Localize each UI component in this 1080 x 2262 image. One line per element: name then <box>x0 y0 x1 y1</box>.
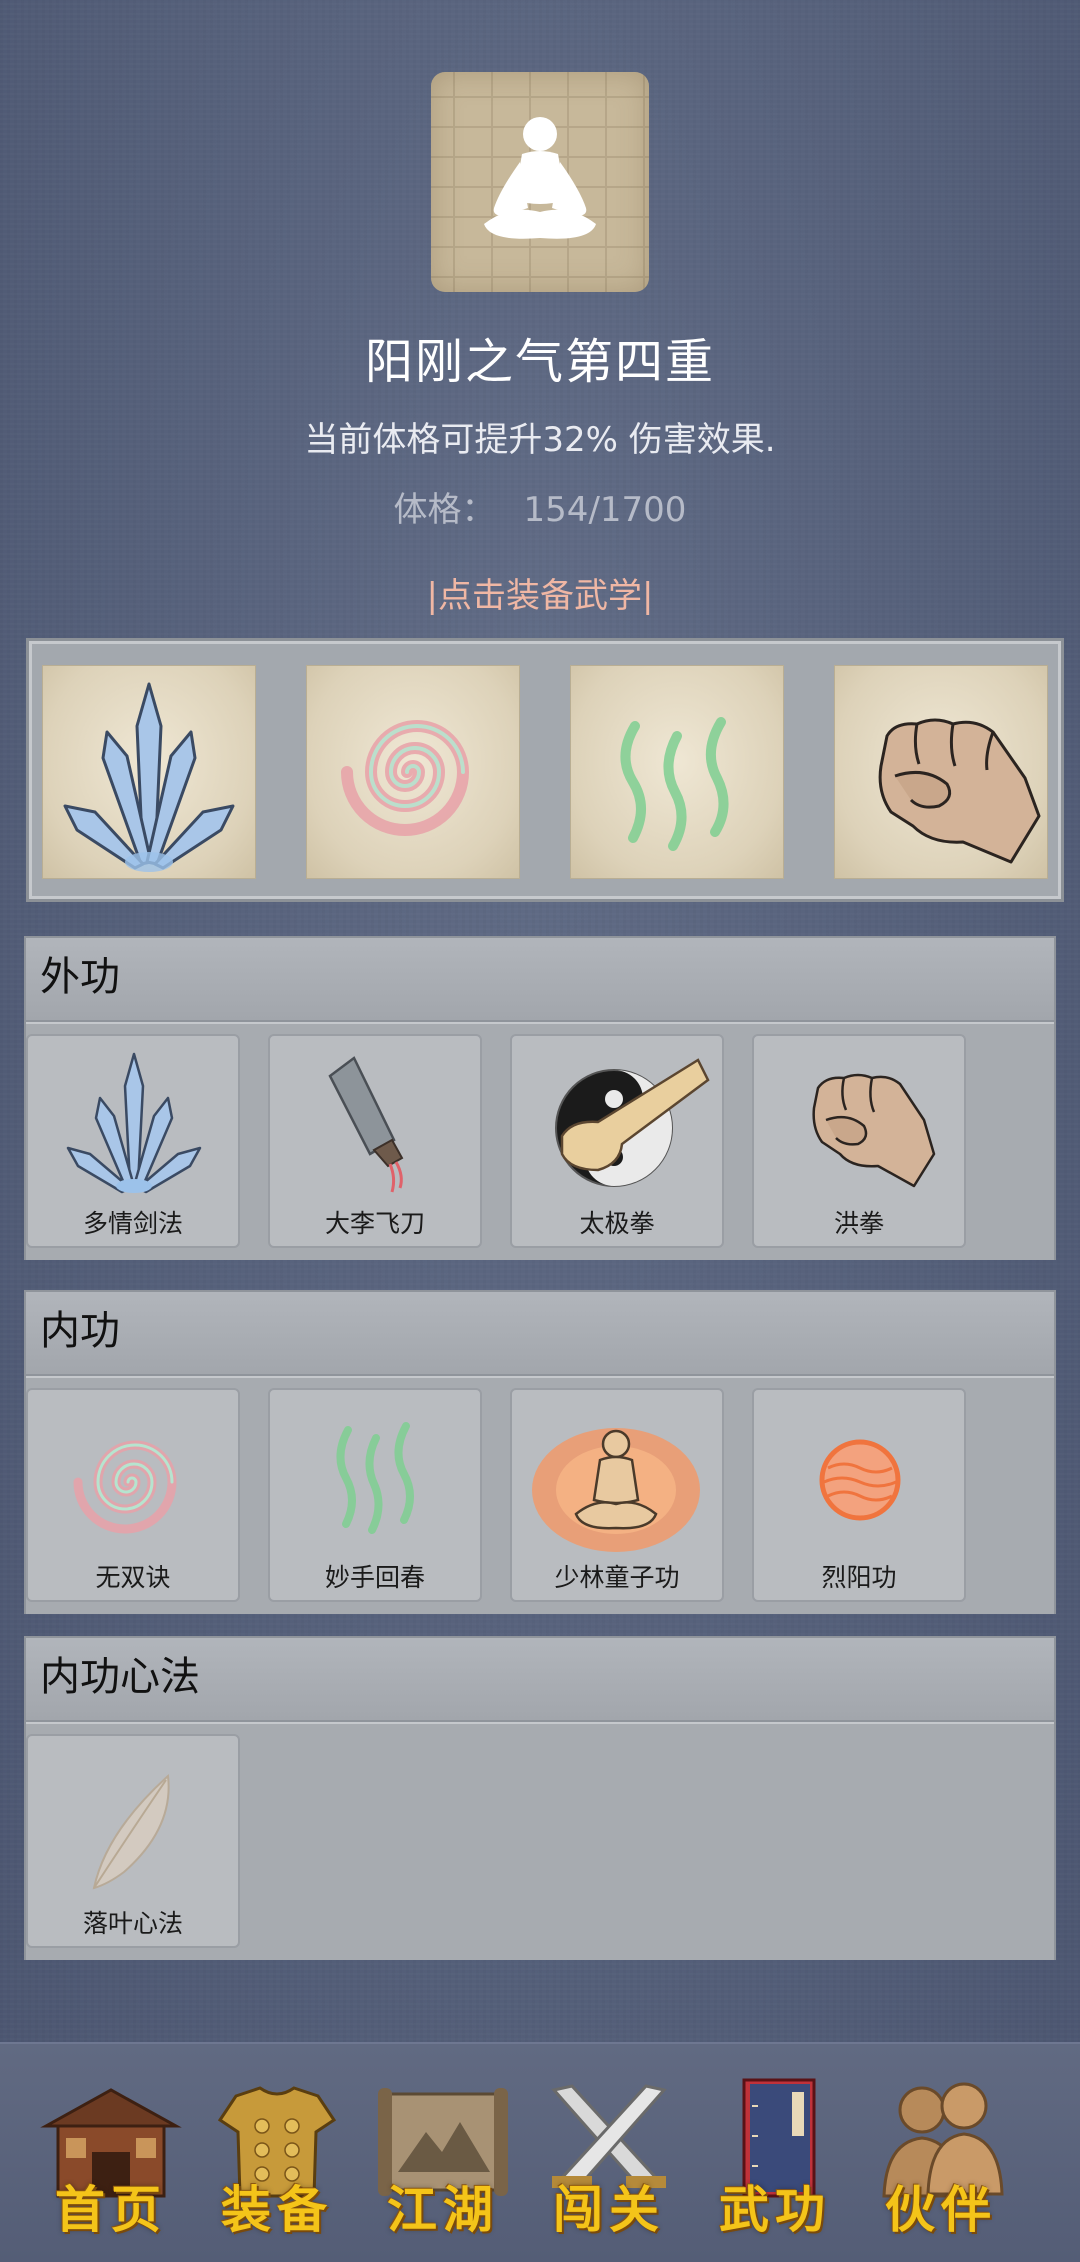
fire-orb-icon <box>819 1439 901 1521</box>
spiral-icon <box>73 1440 177 1534</box>
skill-card[interactable]: 落叶心法 <box>26 1734 240 1948</box>
nav-label: 首页 <box>55 2180 167 2239</box>
section-title: 内功 <box>26 1292 1054 1376</box>
section-inner-methods: 内功心法 落叶心法 <box>24 1636 1056 1960</box>
nav-challenge[interactable]: 闯关 <box>534 2076 684 2246</box>
cultivation-avatar <box>431 72 649 292</box>
skill-name: 妙手回春 <box>324 1563 425 1592</box>
equipped-skills-bar <box>26 638 1064 902</box>
skill-card[interactable]: 无双诀 <box>26 1388 240 1602</box>
sword-fan-icon <box>63 682 235 872</box>
physique-value: 154/1700 <box>523 490 687 530</box>
equip-martial-arts-link[interactable]: |点击装备武学| <box>0 568 1080 617</box>
skill-card[interactable]: 烈阳功 <box>752 1388 966 1602</box>
nav-label: 江湖 <box>387 2180 499 2239</box>
green-waves-icon <box>336 1422 414 1534</box>
section-external-skills: 外功 多情剑法 大李飞刀 太极拳 洪拳 <box>24 936 1056 1260</box>
nav-equipment[interactable]: 装备 <box>202 2076 352 2246</box>
equipped-slot-1[interactable] <box>42 665 256 879</box>
sword-fan-icon <box>66 1052 202 1194</box>
nav-companions[interactable]: 伙伴 <box>866 2076 1016 2246</box>
skill-card[interactable]: 少林童子功 <box>510 1388 724 1602</box>
green-waves-icon <box>620 717 729 851</box>
cleaver-icon <box>328 1056 404 1193</box>
skill-card[interactable]: 妙手回春 <box>268 1388 482 1602</box>
skill-card[interactable]: 洪拳 <box>752 1034 966 1248</box>
equipped-slot-2[interactable] <box>306 665 520 879</box>
skill-name: 大李飞刀 <box>324 1209 425 1238</box>
realm-title: 阳刚之气第四重 <box>364 334 715 390</box>
nav-home[interactable]: 首页 <box>36 2076 186 2246</box>
taiji-icon <box>555 1058 710 1187</box>
skill-card[interactable]: 大李飞刀 <box>268 1034 482 1248</box>
skill-name: 多情剑法 <box>82 1209 183 1238</box>
nav-label: 武功 <box>719 2180 831 2239</box>
skill-grid: 无双诀 妙手回春 少林童子功 烈阳功 <box>26 1376 1054 1614</box>
nav-jianghu[interactable]: 江湖 <box>368 2076 518 2246</box>
skill-name: 洪拳 <box>833 1209 884 1238</box>
skill-name: 少林童子功 <box>554 1563 680 1592</box>
nav-martial-arts[interactable]: 武功 <box>700 2076 850 2246</box>
fist-icon <box>878 718 1041 864</box>
section-title: 外功 <box>26 938 1054 1022</box>
spiral-icon <box>341 720 470 836</box>
physique-stat: 体格： 154/1700 <box>0 482 1080 531</box>
skill-card[interactable]: 多情剑法 <box>26 1034 240 1248</box>
skill-name: 烈阳功 <box>821 1563 897 1592</box>
section-internal-skills: 内功 无双诀 妙手回春 少林童子功 烈阳功 <box>24 1290 1056 1614</box>
meditating-figure-icon <box>484 117 596 239</box>
physique-label: 体格： <box>393 490 496 530</box>
nav-label: 装备 <box>221 2180 333 2239</box>
equipped-slot-3[interactable] <box>570 665 784 879</box>
skill-name: 太极拳 <box>579 1209 655 1238</box>
section-title: 内功心法 <box>26 1638 1054 1722</box>
fist-icon <box>812 1073 936 1188</box>
bottom-nav: 首页 装备 江湖 闯关 武功 伙伴 <box>0 2042 1080 2262</box>
nav-label: 伙伴 <box>885 2180 997 2239</box>
skill-grid: 落叶心法 <box>26 1722 1054 1960</box>
nav-label: 闯关 <box>553 2180 665 2239</box>
meditating-monk-icon <box>532 1428 700 1552</box>
skill-name: 无双诀 <box>95 1563 171 1592</box>
skill-name: 落叶心法 <box>82 1909 183 1938</box>
leaf-icon <box>92 1773 170 1890</box>
skill-card[interactable]: 太极拳 <box>510 1034 724 1248</box>
realm-description: 当前体格可提升32% 伤害效果. <box>304 420 776 460</box>
skill-grid: 多情剑法 大李飞刀 太极拳 洪拳 <box>26 1022 1054 1260</box>
equipped-slot-4[interactable] <box>834 665 1048 879</box>
